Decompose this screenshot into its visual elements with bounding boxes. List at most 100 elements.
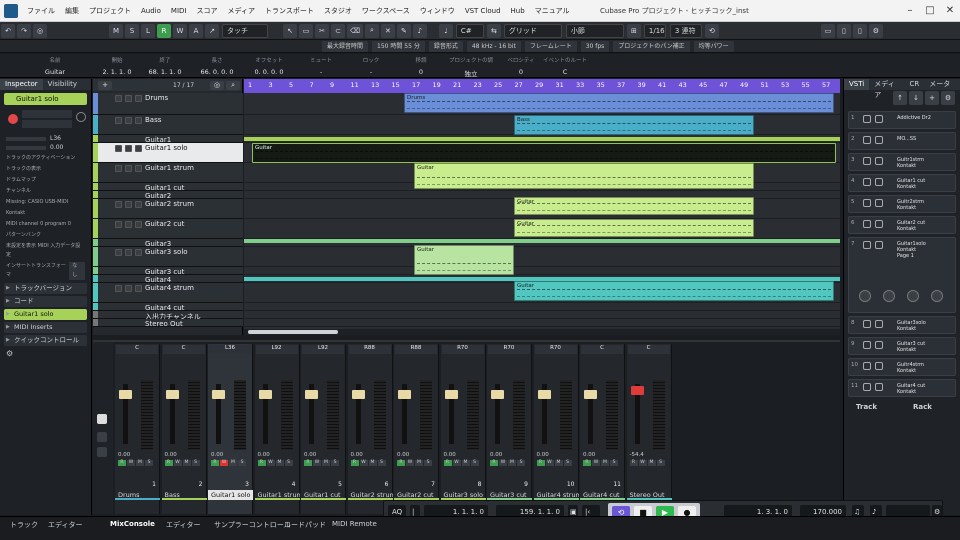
channel-pan[interactable]: C [581,345,623,354]
channel-btn-w[interactable]: W [127,460,135,466]
track-toggle[interactable] [135,201,142,208]
section-track-name[interactable]: Guitar1 solo [4,309,87,320]
channel-btn-r[interactable]: R [211,460,219,466]
layout-right-icon[interactable]: ▯ [852,23,867,38]
midi-part[interactable]: Guitar [514,281,834,301]
track-row[interactable]: Guitar4 cut [93,303,243,312]
power-icon[interactable] [863,320,871,328]
info-field-value[interactable]: 独立 [446,68,496,78]
channel-btn-m[interactable]: M [136,460,144,466]
info-field-value[interactable]: 66. 0. 0. 0 [192,68,242,76]
info-field[interactable]: ロック - [346,56,396,76]
channel-name[interactable]: Guitar3 solo [440,490,486,500]
channel-volume[interactable]: 0.00 [258,452,270,458]
midi-part[interactable]: Guitar [414,163,754,189]
track-row[interactable]: Guitar3 cut [93,267,243,276]
midi-part[interactable]: Bass [514,115,754,135]
bar-select[interactable]: 小節 [565,23,624,38]
visibility-icon[interactable]: ◎ [210,80,225,90]
track-name[interactable]: Stereo Out [145,320,183,328]
info-field-value[interactable]: - [296,68,346,76]
track-toggle[interactable] [135,285,142,292]
mode-button-w[interactable]: W [173,23,187,38]
instrument-slot[interactable]: 4 Guitar1 cut Kontakt [848,174,956,192]
instrument-slot[interactable]: 2 MO...SS [848,132,956,150]
channel-volume[interactable]: 0.00 [211,452,223,458]
quick-control-knob[interactable] [931,290,943,302]
edit-icon[interactable] [875,362,883,370]
horizontal-scrollbar[interactable] [244,329,840,335]
channel-pan[interactable]: L92 [302,345,344,354]
track-name[interactable]: Drums [145,94,168,102]
track-toggle[interactable] [115,221,122,228]
inspector-line[interactable]: パターンバンク [0,230,91,241]
automation-mode-icon[interactable]: ↗ [205,23,219,38]
track-name[interactable]: Guitar2 cut [145,220,184,228]
power-icon[interactable] [863,115,871,123]
menu-item[interactable]: ウィンドウ [415,0,460,22]
menu-item[interactable]: ファイル [22,0,60,22]
channel-btn-s[interactable]: S [610,460,618,466]
inspector-track-name[interactable]: Guitar1 solo [4,93,87,105]
channel-btn-m[interactable]: M [647,460,656,466]
fader-handle[interactable] [491,390,504,399]
bottom-tab[interactable]: トラック [10,520,38,530]
track-row[interactable]: Guitar1 cut [93,183,243,192]
erase-tool-icon[interactable]: ⌫ [347,23,363,38]
midi-part[interactable]: Guitar [414,245,514,275]
bottom-tab[interactable]: サンプラーコントロール [214,520,291,530]
channel-pan[interactable]: R88 [395,345,437,354]
track-row[interactable]: Guitar3 solo [93,247,243,267]
power-icon[interactable] [863,199,871,207]
mixer-link-icon[interactable] [97,414,107,424]
fader-handle[interactable] [165,390,179,399]
track-row[interactable]: Guitar1 [93,135,243,144]
channel-btn-s[interactable]: S [145,460,153,466]
track-buttons-2[interactable] [22,120,72,128]
rack-footer-track[interactable]: Track [856,403,877,411]
menu-item[interactable]: メディア [222,0,260,22]
channel-btn-r[interactable]: R [536,460,545,466]
undo-icon[interactable]: ↶ [1,23,15,38]
channel-name[interactable]: Guitar2 cut [394,490,439,500]
track-toggle[interactable] [135,165,142,172]
channel-name[interactable]: Guitar2 strum [347,490,393,500]
menu-item[interactable]: スタジオ [319,0,357,22]
channel-btn-m[interactable]: M [368,460,377,466]
channel-btn-r[interactable]: R [118,460,126,466]
track-toggle[interactable] [135,117,142,124]
instrument-slot[interactable]: 3 Guitr1strm Kontakt [848,153,956,171]
channel-btn-m[interactable]: M [508,460,516,466]
edit-icon[interactable] [875,220,883,228]
split-tool-icon[interactable]: ✂ [315,23,329,38]
mode-button-r[interactable]: R [157,23,171,38]
arrange-window[interactable]: Drums Bass Guitar Guitar Guitar Guitar Guitar G… [244,93,840,329]
track-row[interactable]: Guitar2 [93,191,243,200]
quantize-icon[interactable]: ⊞ [626,23,641,38]
channel-btn-m[interactable]: M [554,460,563,466]
snap-icon[interactable]: ⇆ [486,23,501,38]
channel-btn-r[interactable]: R [304,460,312,466]
channel-pan[interactable]: R70 [488,345,530,354]
channel-volume[interactable]: 0.00 [351,452,363,458]
info-field[interactable]: 移調 0 [396,56,446,76]
track-row[interactable]: Guitar1 strum [93,163,243,183]
track-toggle[interactable] [135,249,142,256]
instrument-slot[interactable]: 5 Guitr2strm Kontakt [848,195,956,213]
close-button[interactable]: ✕ [936,0,960,22]
speaker-tool-icon[interactable]: ♪ [412,23,427,38]
sync-icon[interactable]: ⟲ [704,23,719,38]
menu-item[interactable]: トランスポート [260,0,319,22]
track-row[interactable]: Guitar4 strum [93,283,243,303]
track-toggle[interactable] [125,145,132,152]
channel-btn-m[interactable]: M [229,460,237,466]
inspector-line[interactable]: Kontakt [0,208,91,219]
edit-icon[interactable] [875,157,883,165]
info-field[interactable]: 名前 Guitar [30,56,80,76]
channel-name[interactable]: Stereo Out [626,490,672,500]
channel-btn-m[interactable]: M [601,460,609,466]
rack-tab[interactable]: メーター [924,79,960,99]
key-icon[interactable]: ♩ [438,23,453,38]
inspector-line[interactable]: チャンネル [0,186,91,197]
channel-btn-w[interactable]: W [592,460,600,466]
